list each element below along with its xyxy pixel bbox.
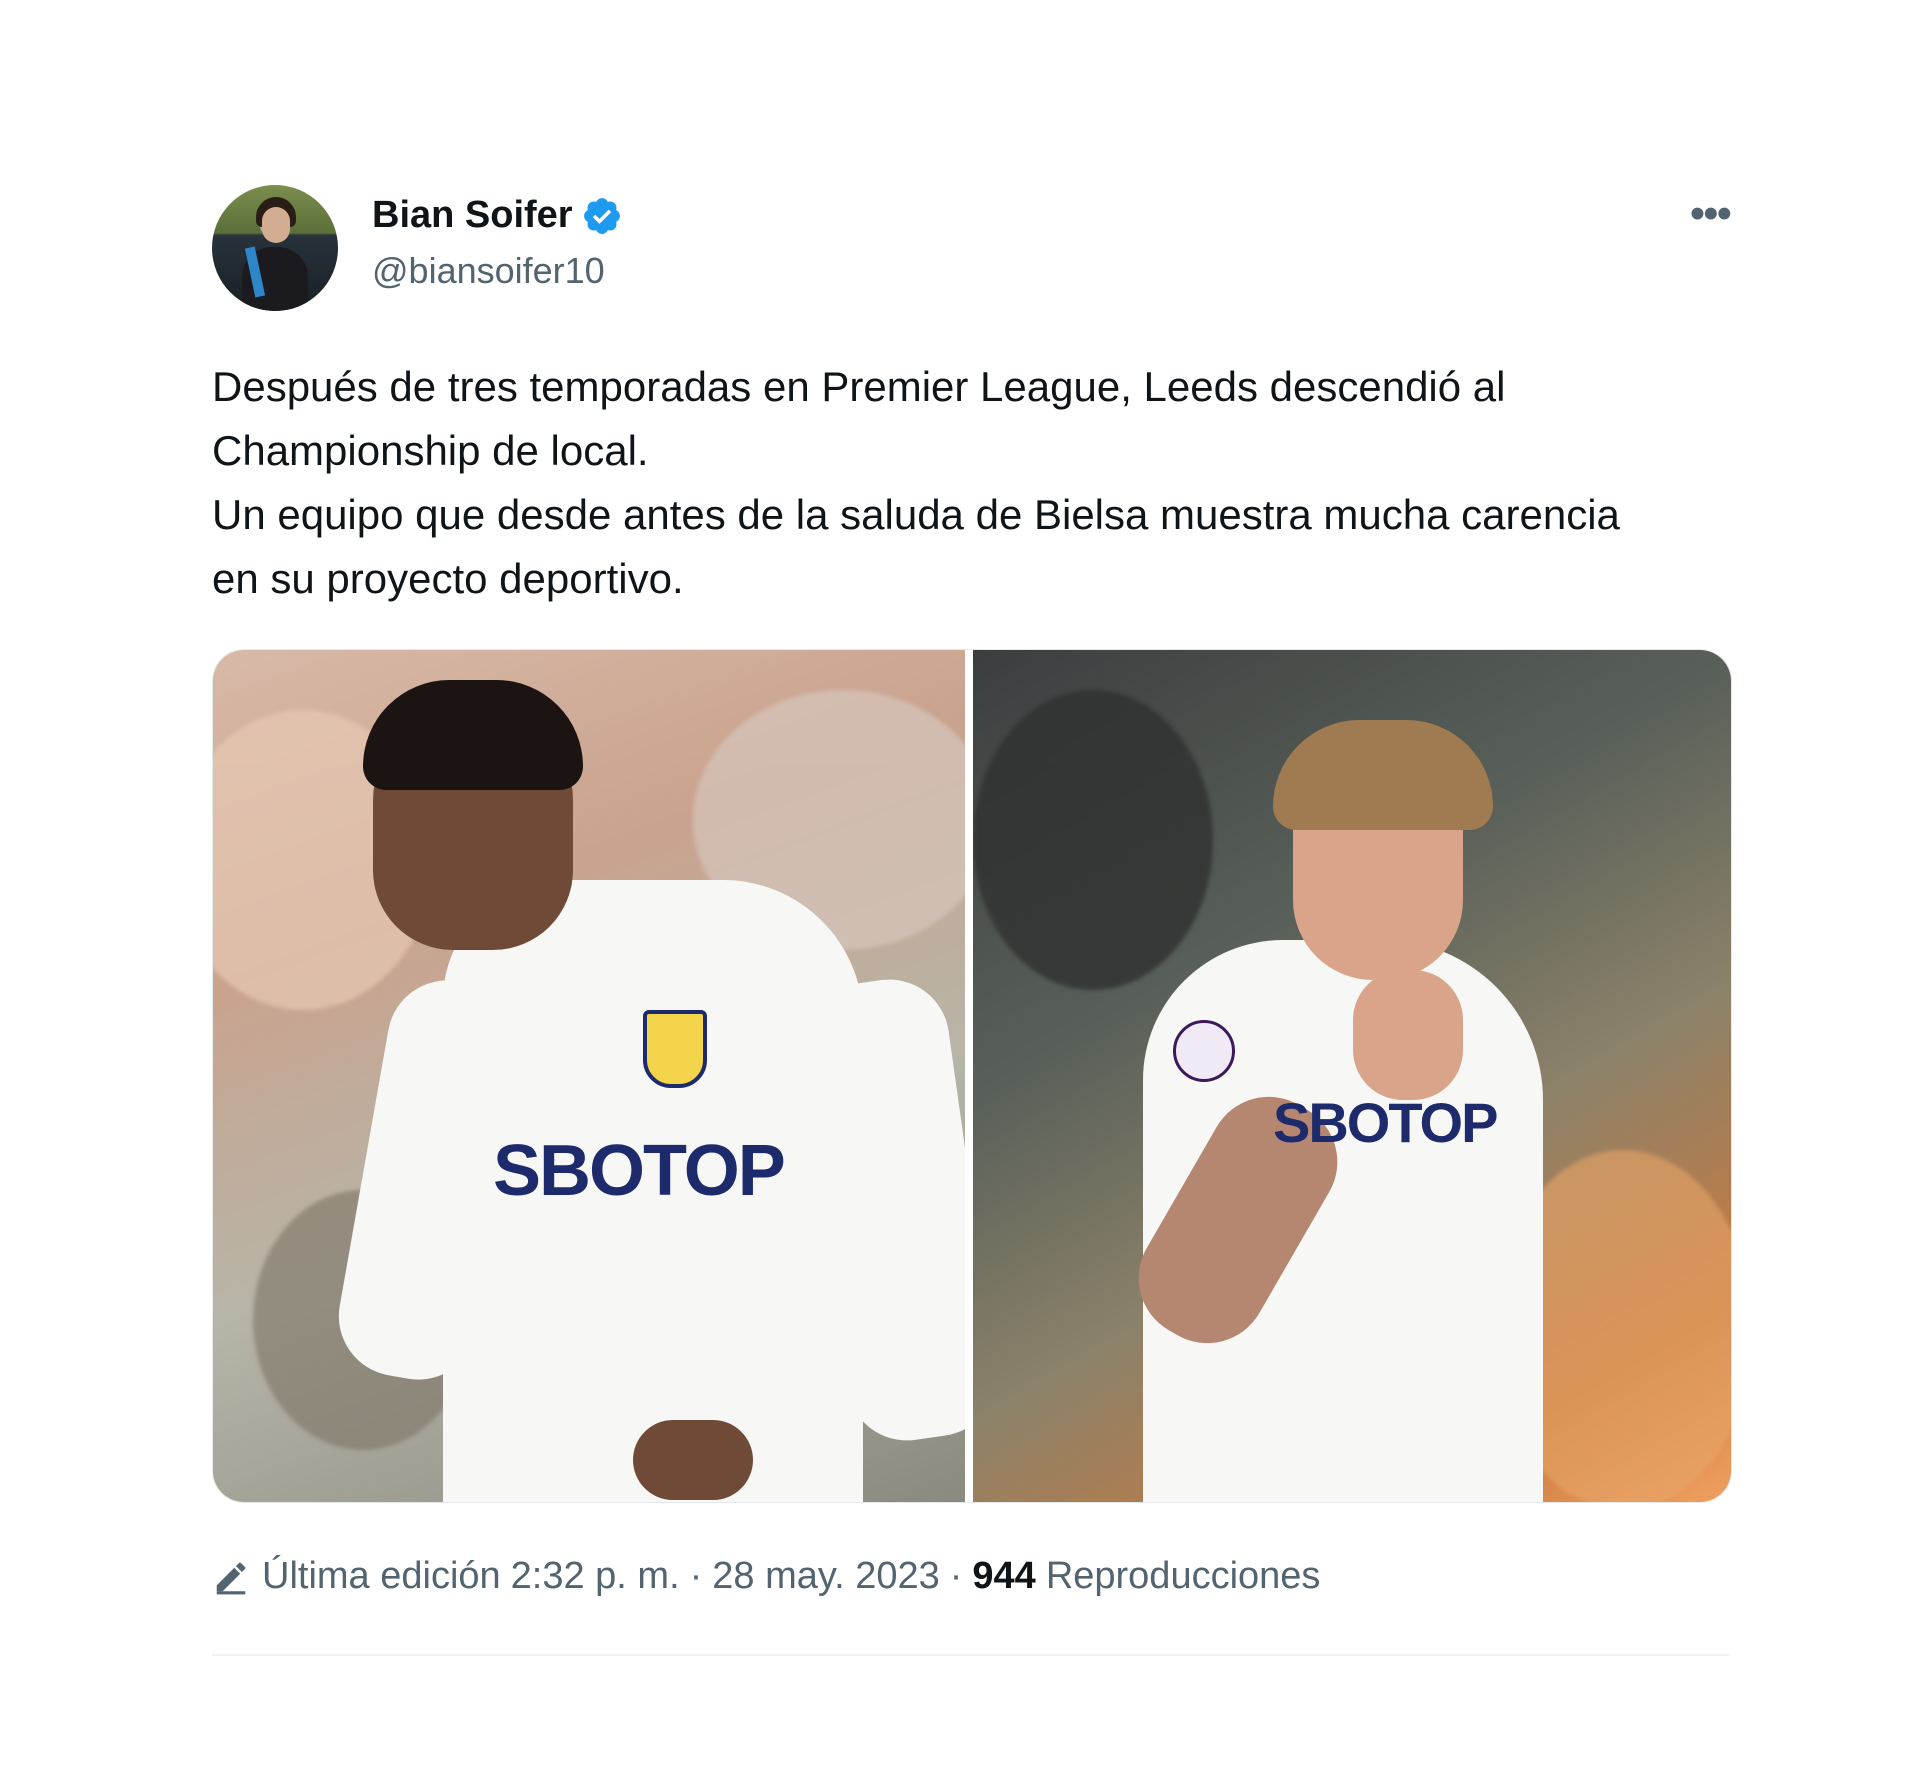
divider [212, 1654, 1730, 1656]
avatar-face-shape [262, 207, 290, 243]
more-options-icon[interactable]: ••• [1690, 192, 1732, 236]
premier-league-patch-icon [1173, 1020, 1235, 1082]
tweet-card: Bian Soifer @biansoifer10 ••• Después de… [212, 180, 1732, 1656]
shirt-sponsor: SBOTOP [1273, 1091, 1498, 1154]
media-photo-right[interactable]: SBOTOP [973, 650, 1731, 1502]
verified-badge-icon [583, 197, 620, 234]
media-photo-left[interactable]: SBOTOP [213, 650, 965, 1502]
author-name-row: Bian Soifer [372, 194, 623, 237]
tweet-media[interactable]: SBOTOP SBOTOP [212, 649, 1732, 1503]
avatar[interactable] [212, 185, 338, 311]
author-name[interactable]: Bian Soifer [372, 194, 573, 237]
tweet-header: Bian Soifer @biansoifer10 ••• [212, 180, 1732, 315]
player-hand-shape [1353, 970, 1463, 1100]
views-label: Reproducciones [1045, 1555, 1321, 1597]
club-crest-icon [643, 1010, 707, 1088]
tweet-date[interactable]: 28 may. 2023 [712, 1555, 939, 1598]
player-hair-shape [1273, 720, 1493, 830]
shirt-sponsor: SBOTOP [493, 1131, 786, 1211]
player-hair-shape [363, 680, 583, 790]
player-hand-shape [633, 1420, 753, 1500]
separator: · [689, 1555, 703, 1597]
author-handle[interactable]: @biansoifer10 [372, 250, 605, 292]
tweet-text: Después de tres temporadas en Premier Le… [212, 363, 1620, 602]
edited-label[interactable]: Última edición [262, 1555, 501, 1598]
background-blur-shape [973, 690, 1213, 990]
edit-pencil-icon [216, 1562, 246, 1594]
views-count: 944 [972, 1555, 1036, 1597]
tweet-meta: Última edición 2:32 p. m. · 28 may. 2023… [212, 1555, 1730, 1598]
separator: · [949, 1555, 963, 1597]
tweet-time[interactable]: 2:32 p. m. [511, 1555, 680, 1598]
